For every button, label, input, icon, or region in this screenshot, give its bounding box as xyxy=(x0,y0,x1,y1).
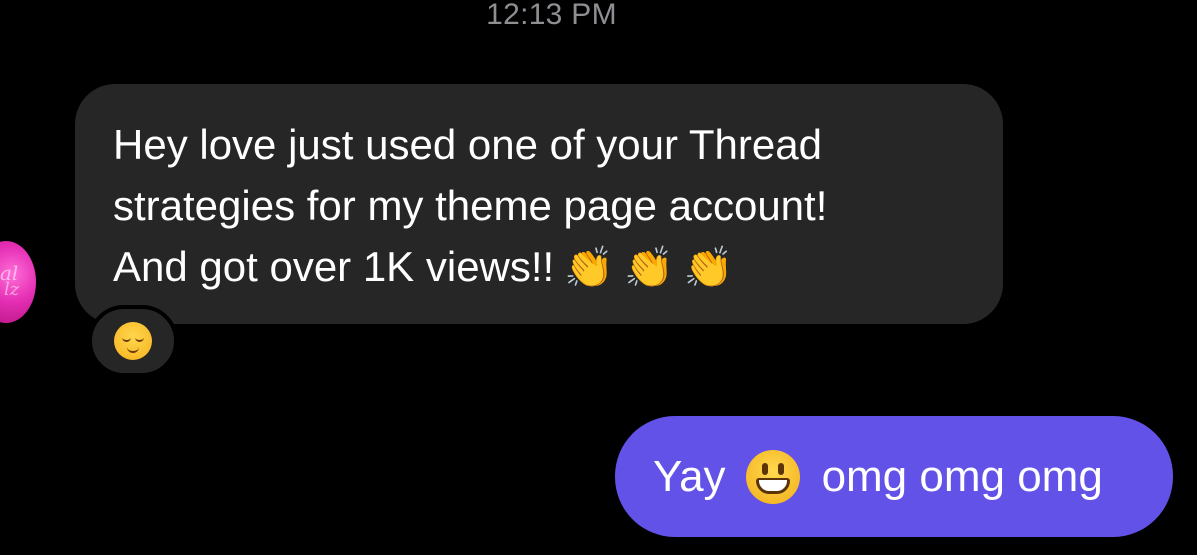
outgoing-message-text: Yay omg omg omg xyxy=(653,449,1103,504)
relieved-face-icon xyxy=(114,322,152,360)
clapping-hands-icon: 👏 xyxy=(683,245,734,291)
incoming-message-line: strategies for my theme page account! xyxy=(113,182,828,229)
relieved-face-mouth xyxy=(127,346,139,353)
incoming-message-line: And got over 1K views!! 👏 👏 👏 xyxy=(113,236,963,299)
incoming-message-line: Hey love just used one of your Thread xyxy=(113,121,822,168)
sender-avatar[interactable] xyxy=(0,241,36,323)
message-reaction-badge[interactable] xyxy=(88,305,178,377)
clapping-hands-icon: 👏 xyxy=(624,245,674,291)
grinning-face-mouth xyxy=(755,477,790,494)
message-timestamp: 12:13 PM xyxy=(486,0,617,31)
outgoing-message-text-end: omg omg omg xyxy=(821,451,1103,501)
outgoing-message-text-start: Yay xyxy=(653,451,726,501)
incoming-message-text: Hey love just used one of your Thread st… xyxy=(113,114,963,299)
clapping-hands-icon: 👏 xyxy=(564,245,615,291)
incoming-message-line-text: And got over 1K views!! xyxy=(113,243,555,290)
grinning-face-icon xyxy=(745,449,800,504)
incoming-message-bubble[interactable]: Hey love just used one of your Thread st… xyxy=(75,84,1003,324)
outgoing-message-bubble[interactable]: Yay omg omg omg xyxy=(615,416,1173,537)
